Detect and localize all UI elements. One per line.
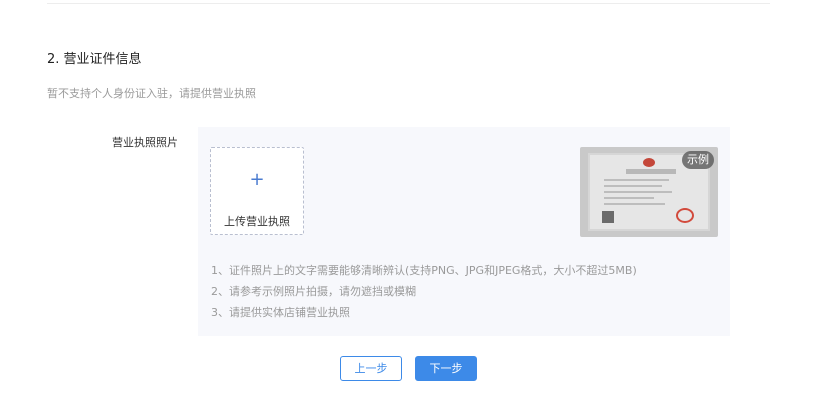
top-divider [47, 3, 770, 4]
requirement-item: 3、请提供实体店铺营业执照 [211, 306, 350, 319]
license-photo-label: 营业执照照片 [112, 136, 178, 149]
requirement-item: 1、证件照片上的文字需要能够清晰辨认(支持PNG、JPG和JPEG格式，大小不超… [211, 264, 637, 277]
section-hint: 暂不支持个人身份证入驻，请提供营业执照 [47, 87, 256, 100]
sample-badge: 示例 [682, 151, 714, 169]
upload-license-label: 上传营业执照 [224, 215, 290, 228]
next-step-button[interactable]: 下一步 [415, 356, 477, 381]
prev-step-button[interactable]: 上一步 [340, 356, 402, 381]
license-text-lines [604, 179, 676, 209]
requirements-list: 1、证件照片上的文字需要能够清晰辨认(支持PNG、JPG和JPEG格式，大小不超… [211, 260, 637, 323]
qr-code-icon [602, 211, 614, 223]
license-heading-bar [626, 169, 676, 174]
official-stamp-icon [676, 208, 694, 223]
plus-icon: + [249, 169, 265, 190]
sample-license-image[interactable]: 示例 [580, 147, 718, 237]
section-title: 2. 营业证件信息 [47, 52, 142, 67]
upload-license-button[interactable]: + 上传营业执照 [210, 147, 304, 235]
requirement-item: 2、请参考示例照片拍摄，请勿遮挡或模糊 [211, 285, 416, 298]
national-emblem-icon [643, 158, 655, 167]
